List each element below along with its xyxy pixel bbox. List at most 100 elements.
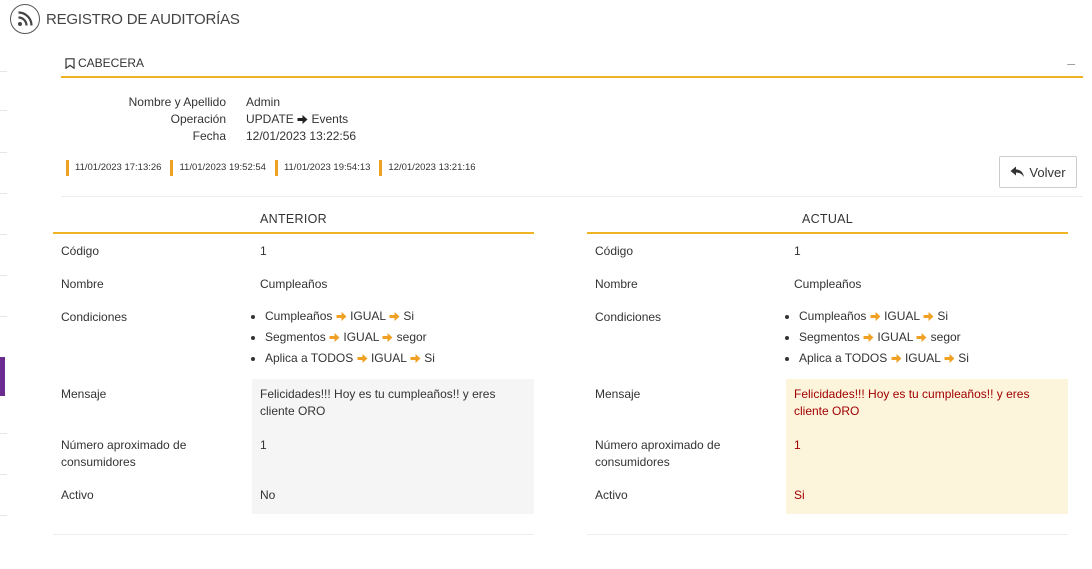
field-value-operacion: UPDATE Events [246, 111, 356, 128]
condition-field: Cumpleaños [265, 309, 333, 323]
row-label: Nombre [595, 277, 638, 291]
history-item[interactable]: 11/01/2023 19:54:13 [274, 160, 370, 176]
row-label: Condiciones [61, 310, 128, 324]
condition-value: Si [424, 351, 435, 365]
arrow-right-icon [916, 333, 927, 343]
row-value-numero: 1 [260, 438, 267, 452]
panel-actual: ACTUAL Código 1 Nombre Cumpleaños Condic… [587, 208, 1068, 365]
divider [61, 196, 1083, 197]
condition-item: Aplica a TODOS IGUAL Si [265, 348, 534, 369]
section-title: CABECERA [65, 56, 144, 70]
row-label-activo: Activo [595, 488, 628, 502]
condition-field: Segmentos [799, 330, 860, 344]
arrow-right-icon [297, 115, 308, 125]
row-label-mensaje: Mensaje [595, 387, 641, 401]
arrow-right-icon [891, 354, 902, 364]
condition-field: Cumpleaños [799, 309, 867, 323]
sidebar-divider [0, 71, 7, 72]
row-codigo: Código 1 [53, 243, 534, 267]
panel-divider [587, 534, 1068, 535]
condition-operator: IGUAL [877, 330, 913, 344]
condition-value: Si [958, 351, 969, 365]
panel-divider [53, 534, 534, 535]
back-button[interactable]: Volver [999, 156, 1077, 188]
row-value-activo: No [260, 488, 276, 502]
row-label: Condiciones [595, 310, 662, 324]
condition-item: Cumpleaños IGUAL Si [265, 306, 534, 327]
page-title: REGISTRO DE AUDITORÍAS [46, 10, 240, 28]
panel-actual-lower: Mensaje Felicidades!!! Hoy es tu cumplea… [587, 379, 1068, 514]
field-label-operacion: Operación [170, 112, 226, 126]
row-value-numero: 1 [794, 438, 801, 452]
condition-value: segor [396, 330, 427, 344]
rss-icon [10, 4, 40, 34]
section-header-cabecera: CABECERA – [61, 55, 1083, 78]
conditions-list: Cumpleaños IGUAL Si Segmentos IGUAL sego… [252, 306, 534, 369]
sidebar-divider [0, 316, 7, 317]
operation-type: UPDATE [246, 112, 294, 126]
history-item[interactable]: 11/01/2023 17:13:26 [66, 160, 161, 176]
row-condiciones: Condiciones Cumpleaños IGUAL Si Segmento… [587, 309, 1068, 369]
panel-title: ACTUAL [587, 208, 1068, 234]
operation-entity: Events [311, 112, 349, 126]
reply-icon [1010, 166, 1025, 177]
header-field-values: Admin UPDATE Events 12/01/2023 13:22:56 [246, 94, 356, 145]
field-value-fecha: 12/01/2023 13:22:56 [246, 129, 357, 143]
condition-value: segor [930, 330, 961, 344]
row-condiciones: Condiciones Cumpleaños IGUAL Si Segmento… [53, 309, 534, 369]
row-nombre: Nombre Cumpleaños [53, 276, 534, 300]
condition-operator: IGUAL [350, 309, 386, 323]
sidebar-active-indicator[interactable] [0, 357, 5, 396]
header-field-labels: Nombre y Apellido Operación Fecha [61, 94, 226, 145]
collapse-button[interactable]: – [1067, 55, 1075, 71]
condition-item: Aplica a TODOS IGUAL Si [799, 348, 1068, 369]
arrow-right-icon [410, 354, 421, 364]
panel-anterior: ANTERIOR Código 1 Nombre Cumpleaños Cond… [53, 208, 534, 365]
row-value: 1 [260, 244, 267, 258]
history-item[interactable]: 12/01/2023 13:21:16 [379, 160, 476, 176]
panel-anterior-lower: Mensaje Felicidades!!! Hoy es tu cumplea… [53, 379, 534, 514]
row-value-mensaje: Felicidades!!! Hoy es tu cumpleaños!! y … [260, 387, 496, 418]
condition-value: Si [937, 309, 948, 323]
conditions-list: Cumpleaños IGUAL Si Segmentos IGUAL sego… [786, 306, 1068, 369]
condition-operator: IGUAL [343, 330, 379, 344]
condition-field: Aplica a TODOS [265, 351, 354, 365]
condition-item: Segmentos IGUAL segor [265, 327, 534, 348]
row-label: Código [595, 244, 634, 258]
field-value-nombre: Admin [246, 95, 281, 109]
back-button-label: Volver [1029, 164, 1066, 180]
history-item[interactable]: 11/01/2023 19:52:54 [170, 160, 266, 176]
row-value-activo: Si [794, 488, 805, 502]
arrow-right-icon [382, 333, 393, 343]
arrow-right-icon [389, 312, 400, 322]
bookmark-icon [65, 57, 75, 69]
arrow-right-icon [944, 354, 955, 364]
condition-operator: IGUAL [370, 351, 407, 365]
condition-operator: IGUAL [884, 309, 920, 323]
field-label-fecha: Fecha [192, 129, 226, 143]
row-value-mensaje: Felicidades!!! Hoy es tu cumpleaños!! y … [794, 387, 1030, 418]
sidebar-divider [0, 110, 7, 111]
row-value: Cumpleaños [794, 277, 862, 291]
sidebar-divider [0, 275, 7, 276]
panel-title: ANTERIOR [53, 208, 534, 234]
arrow-right-icon [357, 354, 368, 364]
condition-operator: IGUAL [904, 351, 941, 365]
row-label-activo: Activo [61, 488, 94, 502]
arrow-right-icon [923, 312, 934, 322]
condition-field: Segmentos [265, 330, 326, 344]
sidebar-divider [0, 515, 7, 516]
sidebar-divider [0, 433, 7, 434]
sidebar-divider [0, 234, 7, 235]
condition-item: Segmentos IGUAL segor [799, 327, 1068, 348]
row-label: Nombre [61, 277, 104, 291]
condition-field: Aplica a TODOS [799, 351, 888, 365]
condition-value: Si [403, 309, 414, 323]
sidebar-divider [0, 474, 7, 475]
audit-history-list: 11/01/2023 17:13:26 11/01/2023 19:52:54 … [66, 160, 485, 176]
row-label-numero: Número aproximado de consumidores [595, 438, 721, 469]
arrow-right-icon [336, 312, 347, 322]
sidebar-divider [0, 152, 7, 153]
row-value: Cumpleaños [260, 277, 328, 291]
arrow-right-icon [870, 312, 881, 322]
